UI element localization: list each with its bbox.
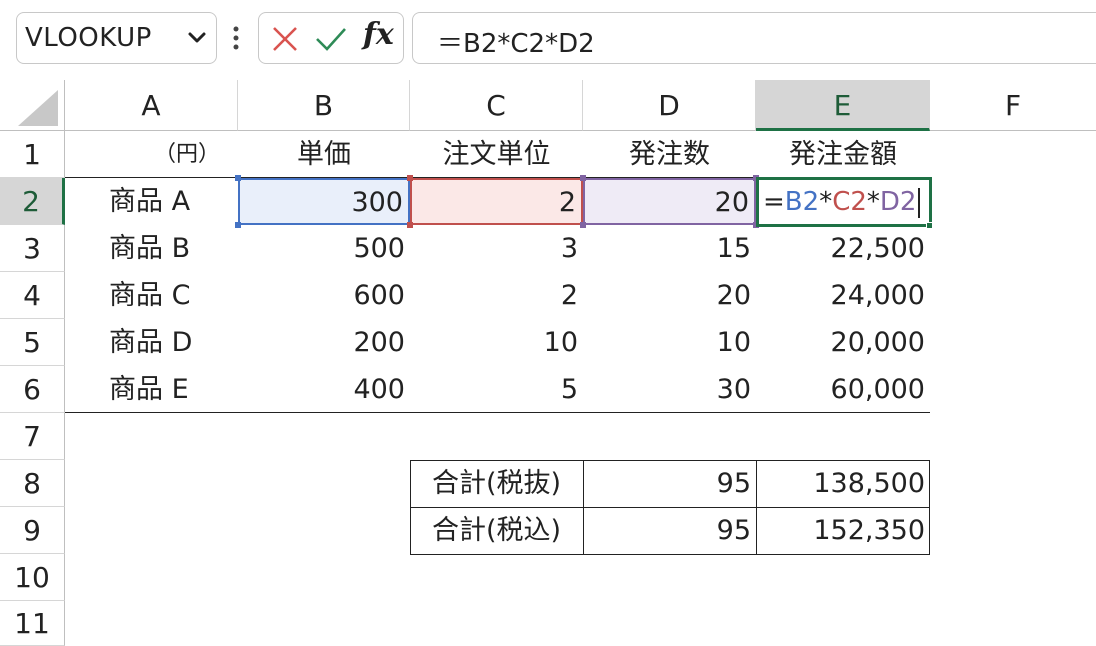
row-header-3[interactable]: 3 [0,225,65,272]
column-header-e[interactable]: E [756,80,930,131]
ref-handle[interactable] [235,175,241,181]
name-box-value: VLOOKUP [25,23,152,53]
cell-a5[interactable]: 商品 D [65,319,238,366]
formula-equals: = [763,187,785,217]
row-header-8[interactable]: 8 [0,460,65,507]
row-header-10[interactable]: 10 [0,554,65,601]
formula-ref-d2: D2 [879,187,917,217]
cell-c4[interactable]: 2 [410,272,583,319]
cell-a6[interactable]: 商品 E [65,366,238,413]
formula-bar[interactable]: ＝B2*C2*D2 [412,12,1096,64]
formula-toolbar: VLOOKUP fx ＝B2*C2*D2 [0,0,1096,80]
select-all-corner[interactable] [0,80,65,131]
cell-e2-active[interactable]: =B2*C2*D2 [756,177,932,227]
row-header-9[interactable]: 9 [0,507,65,554]
cell-e2-formula: =B2*C2*D2 [763,180,921,224]
ref-handle[interactable] [580,175,586,181]
row-header-7[interactable]: 7 [0,413,65,460]
cell-e5[interactable]: 20,000 [756,319,930,366]
cell-b6[interactable]: 400 [238,366,410,413]
more-vertical-icon[interactable] [230,24,242,54]
check-icon[interactable] [315,25,347,53]
row-header-1[interactable]: 1 [0,131,65,178]
formula-ref-c2: C2 [832,187,867,217]
text-cursor [918,187,921,218]
name-box[interactable]: VLOOKUP [16,12,217,64]
cell-c6[interactable]: 5 [410,366,583,413]
cell-b2-reference[interactable]: 300 [238,178,410,225]
cancel-icon[interactable] [271,25,299,53]
formula-actions: fx [258,12,404,64]
cell-d1[interactable]: 発注数 [583,131,756,178]
cell-a2[interactable]: 商品 A [65,178,238,225]
table-bottom-border [65,412,930,413]
ref-handle[interactable] [407,175,413,181]
formula-op: * [866,187,880,217]
cell-a1[interactable]: （円） [65,131,238,178]
select-all-icon [18,90,58,126]
cell-d4[interactable]: 20 [583,272,756,319]
cell-c9[interactable]: 合計(税込) [410,508,583,554]
cell-e1[interactable]: 発注金額 [756,131,930,178]
cell-b3[interactable]: 500 [238,225,410,272]
cell-a3[interactable]: 商品 B [65,225,238,272]
column-header-a[interactable]: A [65,80,238,131]
insert-function-icon[interactable]: fx [363,17,394,52]
cell-e6[interactable]: 60,000 [756,366,930,413]
chevron-down-icon[interactable] [184,23,210,53]
column-header-f[interactable]: F [930,80,1096,131]
cell-d2-reference[interactable]: 20 [583,178,756,225]
cell-c3[interactable]: 3 [410,225,583,272]
cell-d6[interactable]: 30 [583,366,756,413]
row-header-5[interactable]: 5 [0,319,65,366]
cell-c2-reference[interactable]: 2 [410,178,583,225]
cell-c8[interactable]: 合計(税抜) [410,461,583,507]
cell-c1[interactable]: 注文単位 [410,131,583,178]
cell-e4[interactable]: 24,000 [756,272,930,319]
cell-b1[interactable]: 単価 [238,131,410,178]
cell-d5[interactable]: 10 [583,319,756,366]
formula-bar-value: ＝B2*C2*D2 [437,29,595,59]
column-header-b[interactable]: B [238,80,410,131]
formula-ref-b2: B2 [784,187,820,217]
cell-b5[interactable]: 200 [238,319,410,366]
cell-e9[interactable]: 152,350 [756,508,930,554]
cell-e3[interactable]: 22,500 [756,225,930,272]
row-header-6[interactable]: 6 [0,366,65,413]
cell-d8[interactable]: 95 [583,461,756,507]
column-header-d[interactable]: D [583,80,756,131]
cell-d3[interactable]: 15 [583,225,756,272]
cell-e8[interactable]: 138,500 [756,461,930,507]
row-header-4[interactable]: 4 [0,272,65,319]
row-header-11[interactable]: 11 [0,601,65,646]
formula-op: * [819,187,833,217]
cell-c5[interactable]: 10 [410,319,583,366]
cell-b4[interactable]: 600 [238,272,410,319]
cell-a4[interactable]: 商品 C [65,272,238,319]
column-header-c[interactable]: C [410,80,583,131]
row-header-2[interactable]: 2 [0,178,65,225]
cell-d9[interactable]: 95 [583,508,756,554]
